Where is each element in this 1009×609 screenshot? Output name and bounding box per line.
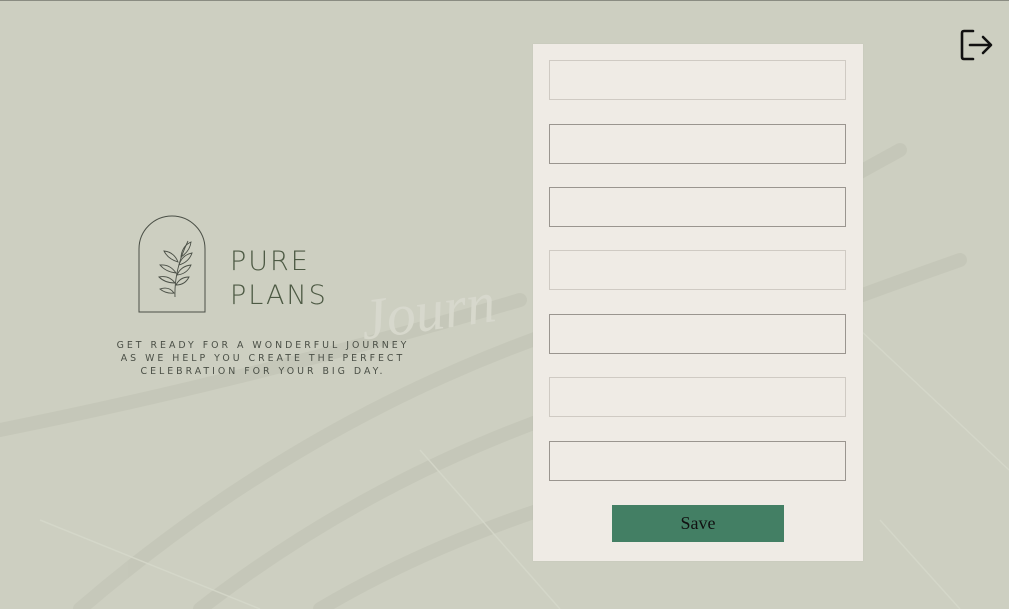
form-field-6[interactable] [549, 377, 846, 417]
brand-name-line1: PURE [230, 246, 310, 277]
form-panel: Save [533, 44, 863, 561]
form-field-1[interactable] [549, 60, 846, 100]
brand-name-line2: PLANS [230, 280, 328, 311]
form-field-4[interactable] [549, 250, 846, 290]
form-field-3[interactable] [549, 187, 846, 227]
leaf-branch-arch-icon [138, 215, 206, 313]
brand-tagline: GET READY FOR A WONDERFUL JOURNEY AS WE … [116, 340, 410, 377]
save-button[interactable]: Save [612, 505, 784, 542]
brand-name: PURE PLANS [230, 245, 328, 313]
form-field-5[interactable] [549, 314, 846, 354]
logout-icon [960, 29, 993, 61]
logout-button[interactable] [960, 28, 994, 62]
form-field-2[interactable] [549, 124, 846, 164]
form-field-7[interactable] [549, 441, 846, 481]
